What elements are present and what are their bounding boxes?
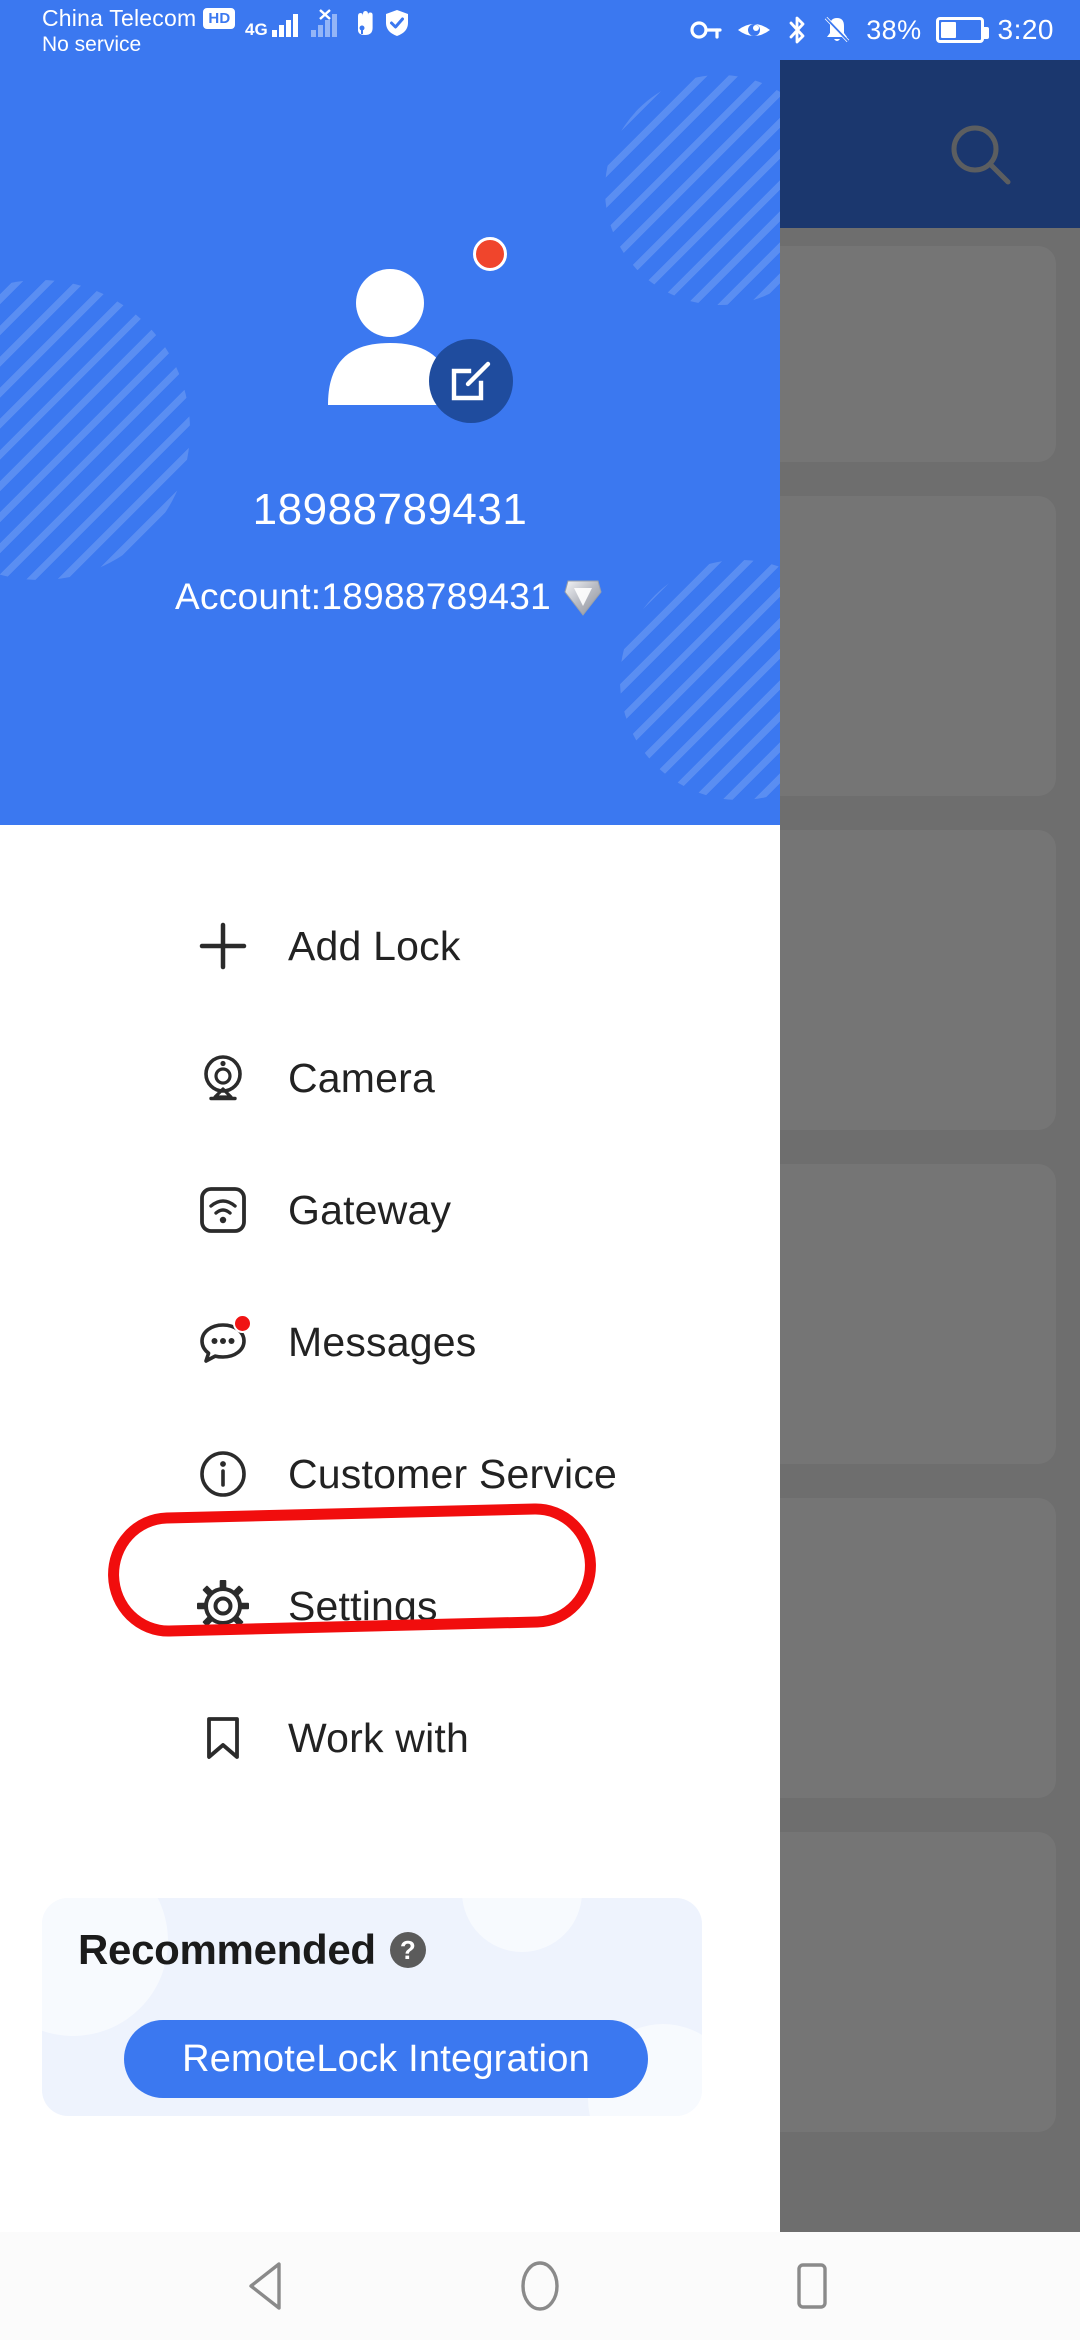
question-mark-icon[interactable]: ? xyxy=(389,1932,426,1968)
menu-item-camera[interactable]: Camera xyxy=(0,1012,780,1144)
android-nav-bar xyxy=(0,2232,1080,2340)
menu-item-gateway[interactable]: Gateway xyxy=(0,1144,780,1276)
status-bar-signals: 4G xyxy=(245,8,412,38)
key-icon xyxy=(690,21,722,39)
menu-item-add-lock[interactable]: Add Lock xyxy=(0,880,780,1012)
menu-item-label: Settings xyxy=(288,1582,438,1629)
online-status-dot xyxy=(473,237,507,271)
decorative-circle xyxy=(605,75,780,305)
recommended-title: Recommended xyxy=(78,1926,376,1973)
recommended-card: Recommended ? RemoteLock Integration xyxy=(42,1898,702,2116)
status-battery-percent: 38% xyxy=(866,14,922,45)
signal-bars-crossed-icon xyxy=(310,9,337,37)
message-badge-dot xyxy=(233,1314,252,1333)
menu-item-messages[interactable]: Messages xyxy=(0,1276,780,1408)
clock-label: 3:20 xyxy=(997,14,1054,45)
menu-item-label: Customer Service xyxy=(288,1450,618,1497)
eye-icon xyxy=(738,24,771,36)
home-circle-icon[interactable] xyxy=(510,2256,570,2316)
bookmark-icon xyxy=(196,1711,250,1765)
no-service-label: No service xyxy=(42,33,142,56)
message-bubble-icon xyxy=(196,1314,252,1369)
carrier-name: China Telecom xyxy=(42,5,197,31)
plus-icon xyxy=(196,919,250,973)
hd-badge: HD xyxy=(203,7,236,29)
status-bar-left: China Telecom HD No service xyxy=(42,4,236,57)
shield-check-icon xyxy=(385,10,408,36)
remotelock-integration-button[interactable]: RemoteLock Integration xyxy=(124,2020,648,2098)
edit-profile-icon[interactable] xyxy=(429,339,513,423)
back-triangle-icon[interactable] xyxy=(238,2256,298,2316)
battery-icon xyxy=(935,17,989,43)
status-bar-right: 38% 3:20 xyxy=(690,0,1054,60)
network-type-label: 4G xyxy=(245,20,268,39)
search-icon[interactable] xyxy=(944,118,1018,192)
menu-item-label: Work with xyxy=(288,1714,470,1761)
diamond-badge-icon xyxy=(564,580,602,616)
status-bar: China Telecom HD No service 4G 38% 3:20 xyxy=(0,0,1080,60)
info-circle-icon xyxy=(196,1447,250,1501)
menu-item-label: Gateway xyxy=(288,1186,452,1233)
profile-account-row: Account:18988789431 xyxy=(0,575,780,619)
profile-account-label: Account:18988789431 xyxy=(174,576,552,617)
menu-item-work-with[interactable]: Work with xyxy=(0,1672,780,1804)
drawer-header: 18988789431 Account:18988789431 xyxy=(0,0,780,825)
menu-item-settings[interactable]: Settings xyxy=(0,1540,780,1672)
gear-icon xyxy=(196,1579,250,1633)
menu-item-label: Messages xyxy=(288,1318,477,1365)
hand-icon xyxy=(357,11,373,35)
decorative-circle xyxy=(0,280,190,580)
signal-bars-icon xyxy=(271,14,298,37)
gateway-wifi-icon xyxy=(196,1183,250,1237)
avatar[interactable] xyxy=(315,237,513,423)
recommended-title-row: Recommended ? xyxy=(78,1926,426,1974)
recents-square-icon[interactable] xyxy=(782,2256,842,2316)
navigation-drawer: 18988789431 Account:18988789431 Add Lock… xyxy=(0,0,780,2232)
webcam-icon xyxy=(196,1051,250,1105)
bell-muted-icon xyxy=(825,16,850,43)
phone-screen: 100% 85% 100% 100% xyxy=(0,0,1080,2340)
decorative-blob xyxy=(462,1898,582,1952)
profile-name: 18988789431 xyxy=(252,485,528,534)
menu-item-customer-service[interactable]: Customer Service xyxy=(0,1408,780,1540)
bluetooth-icon xyxy=(789,16,805,44)
drawer-menu: Add Lock Camera Gateway Messages Custome… xyxy=(0,880,780,1804)
carrier-row: China Telecom HD xyxy=(42,4,236,32)
menu-item-label: Add Lock xyxy=(288,922,461,969)
menu-item-label: Camera xyxy=(288,1054,436,1101)
